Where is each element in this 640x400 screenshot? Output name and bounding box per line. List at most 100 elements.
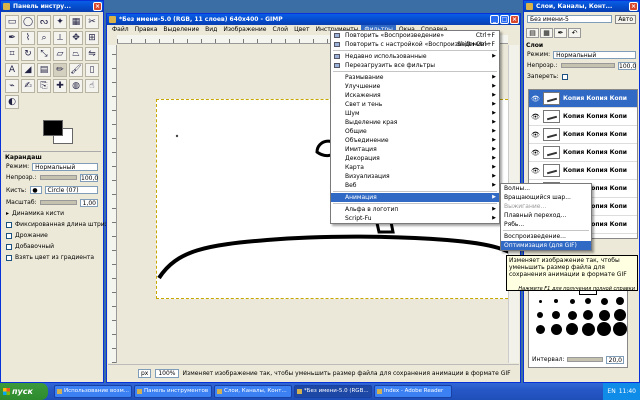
- animation-menu-item-0[interactable]: Волны...: [501, 184, 591, 193]
- filters-menu-item-16[interactable]: Веб ▶: [331, 181, 499, 190]
- animation-menu-item-3[interactable]: Плавный переход...: [501, 211, 591, 220]
- menu-item-2[interactable]: Выделение: [160, 25, 202, 34]
- blend-tool-icon[interactable]: ▤: [37, 63, 51, 77]
- animation-menu-item-2[interactable]: Выжигание...: [501, 202, 591, 211]
- move-tool-icon[interactable]: ✥: [69, 31, 83, 45]
- image-titlebar[interactable]: *Без имени-5.0 (RGB, 11 слоев) 640x400 -…: [107, 14, 520, 25]
- taskbar-task-3[interactable]: *Без имени-5.0 (RGB...: [294, 385, 372, 398]
- animation-menu-item-6[interactable]: Оптимизация (для GIF): [501, 241, 591, 250]
- brush-cell[interactable]: [596, 322, 612, 336]
- tab-layers[interactable]: ▤: [526, 28, 539, 38]
- filters-menu-item-4[interactable]: Размывание ▶: [331, 73, 499, 82]
- rotate-tool-icon[interactable]: ↻: [21, 47, 35, 61]
- eraser-tool-icon[interactable]: ▯: [85, 63, 99, 77]
- taskbar-task-0[interactable]: Использование возм...: [54, 385, 132, 398]
- layer-row[interactable]: 👁 Копия Копия Копи: [529, 90, 637, 108]
- menu-item-5[interactable]: Слой: [269, 25, 291, 34]
- zoom-tool-icon[interactable]: ⌕: [37, 31, 51, 45]
- filters-menu-item-17[interactable]: Анимация ▶: [331, 193, 499, 202]
- language-indicator[interactable]: EN: [607, 383, 615, 400]
- filters-menu-item-7[interactable]: Свет и тень ▶: [331, 100, 499, 109]
- filters-menu-item-13[interactable]: Декорация ▶: [331, 154, 499, 163]
- heal-tool-icon[interactable]: ✚: [53, 79, 67, 93]
- filters-menu-item-9[interactable]: Выделение края ▶: [331, 118, 499, 127]
- layer-name[interactable]: Копия Копия Копи: [563, 167, 627, 174]
- tab-undo[interactable]: ↶: [568, 28, 581, 38]
- fade-checkbox[interactable]: [6, 221, 12, 228]
- smudge-tool-icon[interactable]: ☝: [85, 79, 99, 93]
- filters-menu-item-19[interactable]: Script-Fu ▶: [331, 214, 499, 223]
- maximize-icon[interactable]: □: [500, 15, 509, 24]
- lock-alpha-checkbox[interactable]: [561, 73, 568, 80]
- brush-cell[interactable]: [548, 322, 564, 336]
- jitter-checkbox[interactable]: [6, 232, 12, 239]
- layer-name[interactable]: Копия Копия Копи: [563, 113, 627, 120]
- bucket-fill-tool-icon[interactable]: ◢: [21, 63, 35, 77]
- close-icon[interactable]: ×: [93, 2, 102, 11]
- brush-cell[interactable]: [580, 294, 596, 308]
- color-select-tool-icon[interactable]: ▦: [69, 15, 83, 29]
- brush-cell[interactable]: [596, 294, 612, 308]
- paintbrush-tool-icon[interactable]: 🖌: [69, 63, 83, 77]
- filters-menu-item-2[interactable]: Недавно использованные ▶: [331, 52, 499, 61]
- paths-tool-icon[interactable]: ✒: [5, 31, 19, 45]
- brush-combo[interactable]: Circle (07): [44, 186, 98, 194]
- taskbar-task-4[interactable]: Index - Adobe Reader: [374, 385, 452, 398]
- brush-cell[interactable]: [532, 294, 548, 308]
- scale-value[interactable]: 1,00: [80, 198, 98, 207]
- layers-opacity-slider[interactable]: [560, 63, 615, 68]
- close-icon[interactable]: ×: [629, 2, 638, 11]
- filters-menu-item-8[interactable]: Шум ▶: [331, 109, 499, 118]
- pencil-tool-icon[interactable]: ✏: [53, 63, 67, 77]
- layer-row[interactable]: 👁 Копия Копия Копи: [529, 126, 637, 144]
- filters-menu-item-14[interactable]: Карта ▶: [331, 163, 499, 172]
- brush-cell[interactable]: [612, 294, 628, 308]
- brush-cell[interactable]: [596, 308, 612, 322]
- filters-menu-item-18[interactable]: Альфа в логотип ▶: [331, 205, 499, 214]
- filters-menu-item-1[interactable]: Повторить с настройкой «Воспроизведение»…: [331, 40, 499, 49]
- brush-cell[interactable]: [548, 308, 564, 322]
- layers-mode-combo[interactable]: Нормальный: [553, 50, 636, 59]
- brush-cell[interactable]: [548, 294, 564, 308]
- rect-select-tool-icon[interactable]: ▭: [5, 15, 19, 29]
- expander-icon[interactable]: ▸: [6, 210, 9, 217]
- menu-item-6[interactable]: Цвет: [291, 25, 312, 34]
- brush-cell[interactable]: [564, 308, 580, 322]
- tab-paths[interactable]: ✒: [554, 28, 567, 38]
- brush-spacing-value[interactable]: 20,0: [606, 355, 624, 364]
- brush-cell[interactable]: [564, 322, 580, 336]
- shear-tool-icon[interactable]: ▱: [53, 47, 67, 61]
- taskbar-task-2[interactable]: Слои, Каналы, Конт...: [214, 385, 292, 398]
- flip-tool-icon[interactable]: ⇋: [85, 47, 99, 61]
- brush-cell[interactable]: [580, 322, 596, 336]
- foreground-color-swatch[interactable]: [43, 120, 63, 136]
- layers-opacity-value[interactable]: 100,0: [618, 61, 636, 70]
- fuzzy-select-tool-icon[interactable]: ✦: [53, 15, 67, 29]
- brush-cell[interactable]: [612, 308, 628, 322]
- layer-row[interactable]: 👁 Копия Копия Копи: [529, 144, 637, 162]
- crop-tool-icon[interactable]: ⌗: [5, 47, 19, 61]
- brush-cell[interactable]: [564, 294, 580, 308]
- layer-name[interactable]: Копия Копия Копи: [563, 131, 627, 138]
- opacity-value[interactable]: 100,0: [80, 173, 98, 182]
- scale-slider[interactable]: [39, 200, 77, 205]
- filters-menu-item-3[interactable]: Перезагрузить все фильтры: [331, 61, 499, 70]
- incremental-checkbox[interactable]: [6, 243, 12, 250]
- measure-tool-icon[interactable]: ⟂: [53, 31, 67, 45]
- brush-preview[interactable]: ●: [29, 186, 42, 194]
- menu-item-3[interactable]: Вид: [202, 25, 220, 34]
- gradient-checkbox[interactable]: [6, 254, 12, 261]
- ellipse-select-tool-icon[interactable]: ◯: [21, 15, 35, 29]
- ink-tool-icon[interactable]: ✍: [21, 79, 35, 93]
- start-button[interactable]: пуск: [0, 383, 48, 400]
- scale-tool-icon[interactable]: ⤡: [37, 47, 51, 61]
- layer-name[interactable]: Копия Копия Копи: [563, 95, 627, 102]
- zoom-select[interactable]: 100%: [155, 368, 179, 378]
- scissors-tool-icon[interactable]: ✂: [85, 15, 99, 29]
- layer-name[interactable]: Копия Копия Копи: [563, 149, 627, 156]
- blur-tool-icon[interactable]: ◍: [69, 79, 83, 93]
- dock-titlebar[interactable]: Слои, Каналы, Конт... ×: [524, 1, 639, 12]
- filters-menu-item-5[interactable]: Улучшение ▶: [331, 82, 499, 91]
- eye-icon[interactable]: 👁: [531, 167, 540, 175]
- brush-cell[interactable]: [532, 308, 548, 322]
